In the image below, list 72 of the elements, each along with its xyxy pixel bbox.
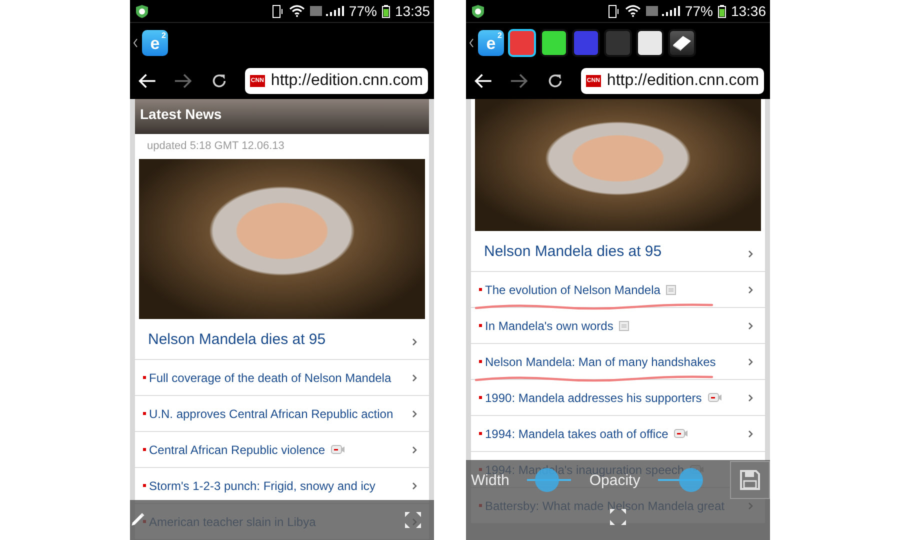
battery-percent: 77% <box>348 3 377 19</box>
vibrate-icon <box>608 4 620 18</box>
refresh-icon[interactable] <box>546 72 563 90</box>
back-chevron-icon <box>469 38 474 48</box>
chevron-icon <box>748 394 753 402</box>
shield-icon <box>136 4 148 18</box>
chevron-icon <box>412 338 417 346</box>
news-link[interactable]: Full coverage of the death of Nelson Mandela <box>149 370 392 384</box>
bullet-icon <box>143 376 146 379</box>
video-icon <box>331 445 346 454</box>
save-button[interactable] <box>730 461 770 499</box>
news-link[interactable]: 1994: Mandela takes oath of office <box>485 426 668 440</box>
news-link[interactable]: Central African Republic violence <box>149 442 326 456</box>
wifi-icon <box>288 5 305 17</box>
signal-icon <box>646 5 680 17</box>
bullet-icon <box>479 432 482 435</box>
fullscreen-icon[interactable] <box>404 511 422 529</box>
color-swatch[interactable] <box>508 29 536 57</box>
video-icon <box>708 393 722 402</box>
battery-icon <box>718 4 726 18</box>
back-arrow-icon[interactable] <box>138 73 156 89</box>
signal-icon <box>310 5 344 17</box>
news-link[interactable]: Nelson Mandela: Man of many handshakes <box>485 354 716 368</box>
eraser-icon <box>671 34 693 52</box>
chevron-icon <box>412 410 417 418</box>
bullet-icon <box>479 360 482 363</box>
slider-label: Width <box>471 472 510 488</box>
chevron-icon <box>748 358 753 366</box>
eraser-button[interactable] <box>668 29 696 57</box>
bullet-icon <box>479 288 482 291</box>
color-swatch[interactable] <box>572 29 600 57</box>
news-link[interactable]: The evolution of Nelson Mandela <box>485 282 660 296</box>
back-chevron-icon <box>133 38 138 48</box>
news-link[interactable]: Storm's 1-2-3 punch: Frigid, snowy and icy <box>149 478 376 492</box>
headline-link[interactable]: Nelson Mandela dies at 95 <box>471 231 765 272</box>
video-icon <box>674 429 688 438</box>
news-link[interactable]: U.N. approves Central African Republic action <box>149 406 394 420</box>
battery-percent: 77% <box>684 3 713 19</box>
chevron-icon <box>412 482 417 490</box>
shield-icon <box>472 4 484 18</box>
bullet-icon <box>143 484 146 487</box>
forward-arrow-icon[interactable] <box>174 73 192 89</box>
document-icon <box>619 320 630 330</box>
vibrate-icon <box>272 4 284 18</box>
clock-time: 13:36 <box>730 3 766 19</box>
chevron-icon <box>748 430 753 438</box>
chevron-icon <box>412 446 417 454</box>
forward-arrow-icon[interactable] <box>510 73 528 89</box>
section-header: Latest News <box>135 99 429 134</box>
news-link[interactable]: In Mandela's own words <box>485 318 614 332</box>
chevron-icon <box>412 374 417 382</box>
battery-icon <box>382 4 390 18</box>
color-swatch[interactable] <box>604 29 632 57</box>
bullet-icon <box>479 324 482 327</box>
wifi-icon <box>624 5 641 17</box>
slider-label: Opacity <box>589 472 640 488</box>
refresh-icon[interactable] <box>210 72 227 90</box>
color-swatch[interactable] <box>636 29 664 57</box>
chevron-icon <box>748 286 753 294</box>
document-icon <box>666 284 676 294</box>
back-arrow-icon[interactable] <box>474 73 492 89</box>
pencil-icon[interactable] <box>131 513 145 527</box>
color-swatch[interactable] <box>540 29 568 57</box>
chevron-icon <box>748 250 753 258</box>
headline-link[interactable]: Nelson Mandela dies at 95 <box>135 319 429 360</box>
bullet-icon <box>143 412 146 415</box>
clock-time: 13:35 <box>394 3 430 19</box>
bullet-icon <box>143 448 146 451</box>
bullet-icon <box>479 396 482 399</box>
news-link[interactable]: 1990: Mandela addresses his supporters <box>485 390 702 404</box>
chevron-icon <box>748 322 753 330</box>
updated-time: updated 5:18 GMT 12.06.13 <box>146 139 286 154</box>
